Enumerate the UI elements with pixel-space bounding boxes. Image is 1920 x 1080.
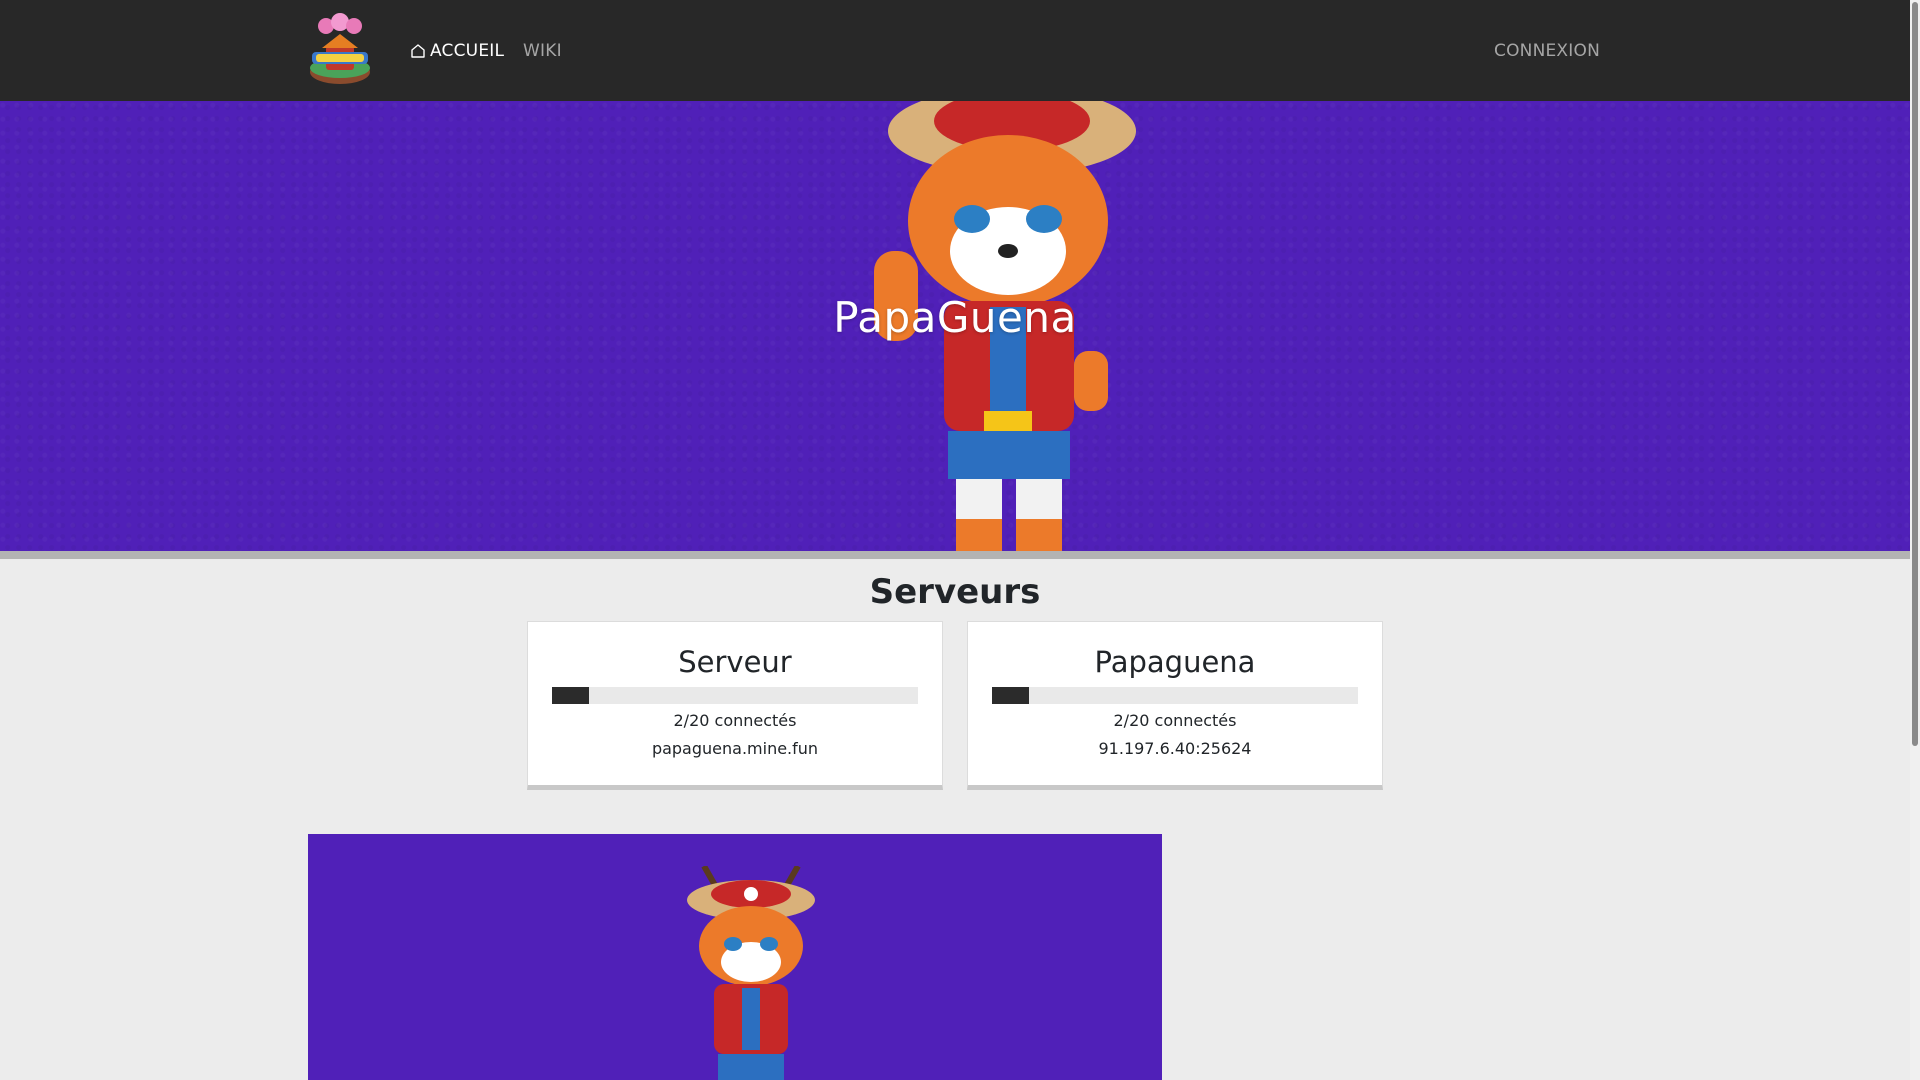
red-panda-mascot-image bbox=[687, 866, 815, 1080]
hero-banner: PapaGuena bbox=[0, 101, 1910, 551]
server-card[interactable]: Serveur 2/20 connectés papaguena.mine.fu… bbox=[527, 621, 943, 790]
player-progress-bar bbox=[552, 687, 918, 704]
player-progress-fill bbox=[552, 687, 589, 704]
nav-wiki-link[interactable]: WIKI bbox=[523, 40, 562, 62]
nav-home-link[interactable]: ACCUEIL bbox=[410, 40, 504, 62]
server-address[interactable]: 91.197.6.40:25624 bbox=[968, 739, 1382, 758]
site-logo[interactable] bbox=[306, 12, 374, 88]
server-card[interactable]: Papaguena 2/20 connectés 91.197.6.40:256… bbox=[967, 621, 1383, 790]
player-count: 2/20 connectés bbox=[1113, 711, 1237, 730]
nav-login-link[interactable]: CONNEXION bbox=[1494, 40, 1600, 62]
server-name: Serveur bbox=[678, 645, 792, 679]
server-name: Papaguena bbox=[1094, 645, 1256, 679]
player-progress-fill bbox=[992, 687, 1029, 704]
player-progress-bar bbox=[992, 687, 1358, 704]
scrollbar-thumb[interactable] bbox=[1912, 2, 1918, 746]
player-count: 2/20 connectés bbox=[673, 711, 797, 730]
hero-divider bbox=[0, 551, 1910, 559]
page-scrollbar[interactable] bbox=[1910, 0, 1920, 1080]
home-icon bbox=[411, 44, 425, 58]
hero-title: PapaGuena bbox=[833, 293, 1077, 342]
navbar: ACCUEIL WIKI CONNEXION bbox=[0, 0, 1910, 101]
nav-home-label: ACCUEIL bbox=[430, 41, 505, 61]
servers-section-title: Serveurs bbox=[869, 572, 1041, 612]
mascot-panel bbox=[308, 834, 1162, 1080]
server-address[interactable]: papaguena.mine.fun bbox=[528, 739, 942, 758]
